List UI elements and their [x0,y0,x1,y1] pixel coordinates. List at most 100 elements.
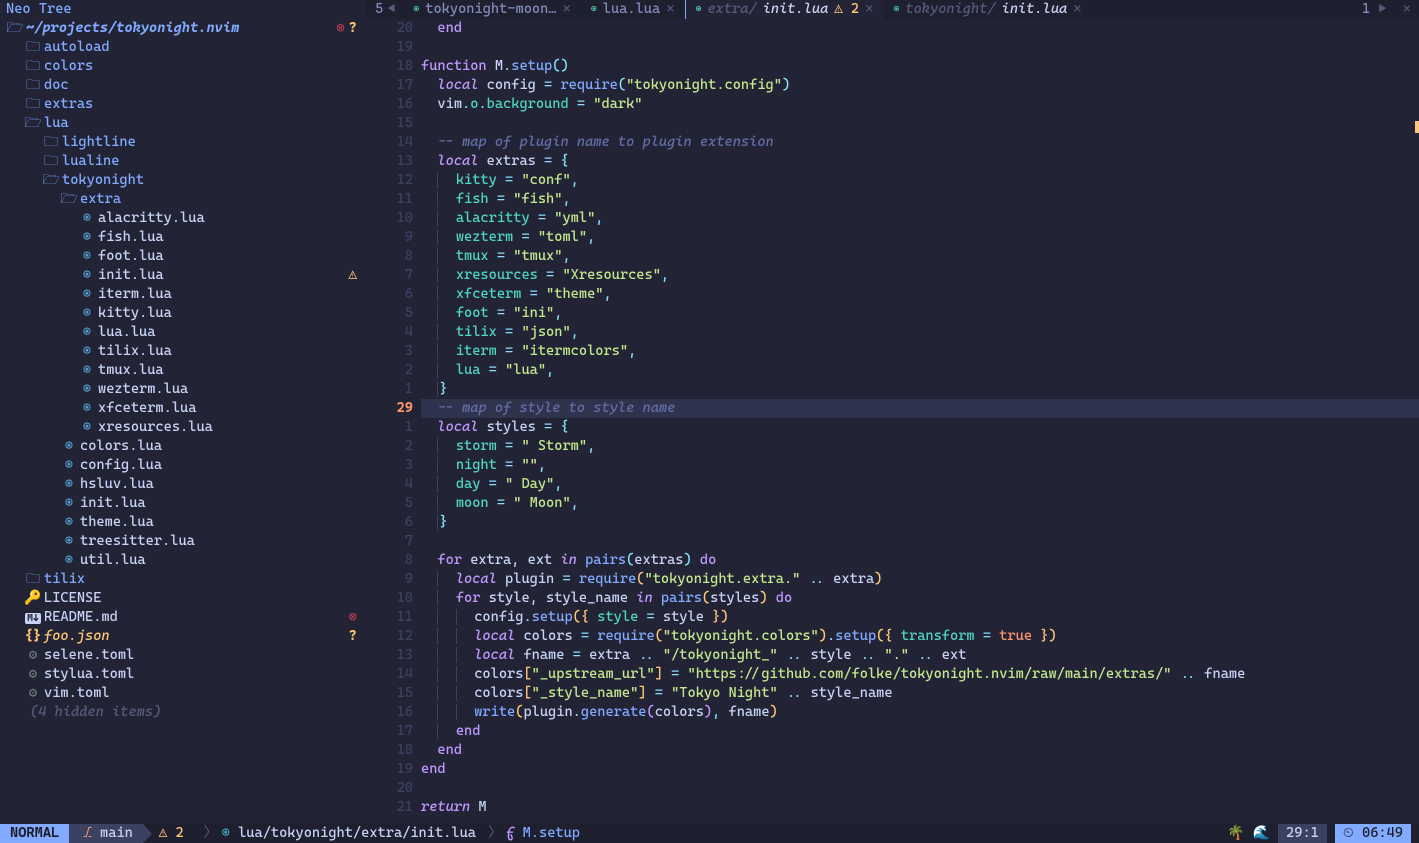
tree-item[interactable]: 🗁lua [0,114,367,133]
tabline-close-icon[interactable]: ✕ [1395,0,1419,19]
tree-item[interactable]: ◉util.lua [0,551,367,570]
tree-item[interactable]: ⚙vim.toml [0,684,367,703]
tree-item[interactable]: 🗀colors [0,57,367,76]
tree-item[interactable]: 🗀doc [0,76,367,95]
lua-icon: ◉ [78,361,96,380]
lua-icon: ◉ [78,399,96,418]
tree-item[interactable]: M↓README.md⊗ [0,608,367,627]
folder-icon: 🗀 [42,133,60,152]
tree-item[interactable]: ◉fish.lua [0,228,367,247]
folder-icon: 🗀 [42,152,60,171]
tree-item[interactable]: 🗀autoload [0,38,367,57]
tree-item[interactable]: 🗁tokyonight [0,171,367,190]
tree-item[interactable]: {}foo.json? [0,627,367,646]
tree-item[interactable]: ◉colors.lua [0,437,367,456]
tree-item[interactable]: ⚙selene.toml [0,646,367,665]
gear-icon: ⚙ [24,684,42,703]
lua-icon: ◉ [78,266,96,285]
folder-icon: 🗀 [24,38,42,57]
tree-item[interactable]: ◉config.lua [0,456,367,475]
tree-item[interactable]: ◉tilix.lua [0,342,367,361]
lua-icon: ◉ [78,228,96,247]
tree-item[interactable]: ◉kitty.lua [0,304,367,323]
lua-icon: ◉ [78,247,96,266]
json-icon: {} [24,627,42,646]
tab[interactable]: ◉tokyonight/init.lua ✕ [884,0,1092,19]
tree-item[interactable]: ◉treesitter.lua [0,532,367,551]
lua-icon: ◉ [78,380,96,399]
clock: ⏲ 06:49 [1335,824,1411,843]
lua-icon: ◉ [60,475,78,494]
tree-item[interactable]: ◉init.lua⚠ [0,266,367,285]
tree-item[interactable]: ⚙stylua.toml [0,665,367,684]
folder-icon: 🗀 [24,57,42,76]
warning-icon: ⚠ [349,266,357,285]
tab-more[interactable]: 1 ▶ [1354,0,1395,19]
lua-icon: ◉ [78,342,96,361]
cursor-pos: 29:1 [1278,824,1327,843]
unknown-icon: ? [349,627,357,646]
mode-indicator: NORMAL [0,824,69,843]
lua-icon: ◉ [894,0,900,19]
tab[interactable]: ◉tokyonight-moon… ✕ [403,0,581,19]
gear-icon: ⚙ [24,646,42,665]
tree-item[interactable]: ◉lua.lua [0,323,367,342]
lua-icon: ◉ [60,532,78,551]
tree-item[interactable]: ◉wezterm.lua [0,380,367,399]
tree-item[interactable]: ◉foot.lua [0,247,367,266]
breadcrumb[interactable]: 〉◉ lua/tokyonight/extra/init.lua 〉ƒ M.se… [194,824,580,843]
lua-icon: ◉ [60,551,78,570]
gutter: 2019181716151413121110987654321291234567… [367,19,421,824]
palm-icon: 🌴 [1227,824,1244,843]
tab-count[interactable]: 5◀ [367,0,403,19]
tree-item[interactable]: ◉theme.lua [0,513,367,532]
tree-item[interactable]: 🗀lualine [0,152,367,171]
error-icon: ⊗ [349,608,357,627]
hidden-items: (4 hidden items) [6,703,161,722]
tree-item[interactable]: ◉xresources.lua [0,418,367,437]
lua-icon: ◉ [413,0,419,19]
folder-icon: 🗀 [24,95,42,114]
editor[interactable]: 2019181716151413121110987654321291234567… [367,19,1419,824]
error-icon: ⊗ [336,19,344,38]
tree-item[interactable]: ◉iterm.lua [0,285,367,304]
lua-icon: ◉ [696,0,702,19]
unknown-icon: ? [349,19,357,38]
lua-icon: ◉ [60,513,78,532]
neotree-title: Neo Tree [0,0,367,19]
tab[interactable]: ◉lua.lua ✕ [581,0,685,19]
code-area[interactable]: endfunction M.setup() local config = req… [421,19,1419,824]
git-branch: ⎇ main [69,824,143,843]
markdown-icon: M↓ [24,608,42,628]
lua-icon: ◉ [78,304,96,323]
close-icon[interactable]: ✕ [666,0,674,19]
folder-icon: 🗁 [42,171,60,190]
close-icon[interactable]: ✕ [1073,0,1081,19]
tree-item[interactable]: ◉alacritty.lua [0,209,367,228]
tree-item[interactable]: ◉tmux.lua [0,361,367,380]
file-tree[interactable]: 🗁 ~/projects/tokyonight.nvim ⊗? 🗀autoloa… [0,19,367,824]
tree-item[interactable]: 🗀lightline [0,133,367,152]
folder-icon: 🗁 [60,190,78,209]
folder-icon: 🗀 [24,76,42,95]
tree-item[interactable]: 🔑LICENSE [0,589,367,608]
tree-root[interactable]: 🗁 ~/projects/tokyonight.nvim ⊗? [0,19,367,38]
tab[interactable]: ◉extra/init.lua ⚠ 2 ✕ [685,0,884,19]
tree-item[interactable]: 🗀tilix [0,570,367,589]
close-icon[interactable]: ✕ [563,0,571,19]
folder-icon: 🗀 [24,570,42,589]
tree-item[interactable]: 🗁extra [0,190,367,209]
lua-icon: ◉ [60,437,78,456]
diagnostic-marker [1415,121,1419,133]
lua-icon: ◉ [78,209,96,228]
tree-item[interactable]: ◉xfceterm.lua [0,399,367,418]
lua-icon: ◉ [591,0,597,19]
tree-item[interactable]: ◉hsluv.lua [0,475,367,494]
lua-icon: ◉ [78,418,96,437]
tree-item[interactable]: ◉init.lua [0,494,367,513]
tree-item[interactable]: 🗀extras [0,95,367,114]
statusline: NORMAL ⎇ main ⚠ 2 〉◉ lua/tokyonight/extr… [0,824,1419,843]
close-icon[interactable]: ✕ [865,0,873,19]
lua-icon: ◉ [60,456,78,475]
license-icon: 🔑 [24,589,42,608]
